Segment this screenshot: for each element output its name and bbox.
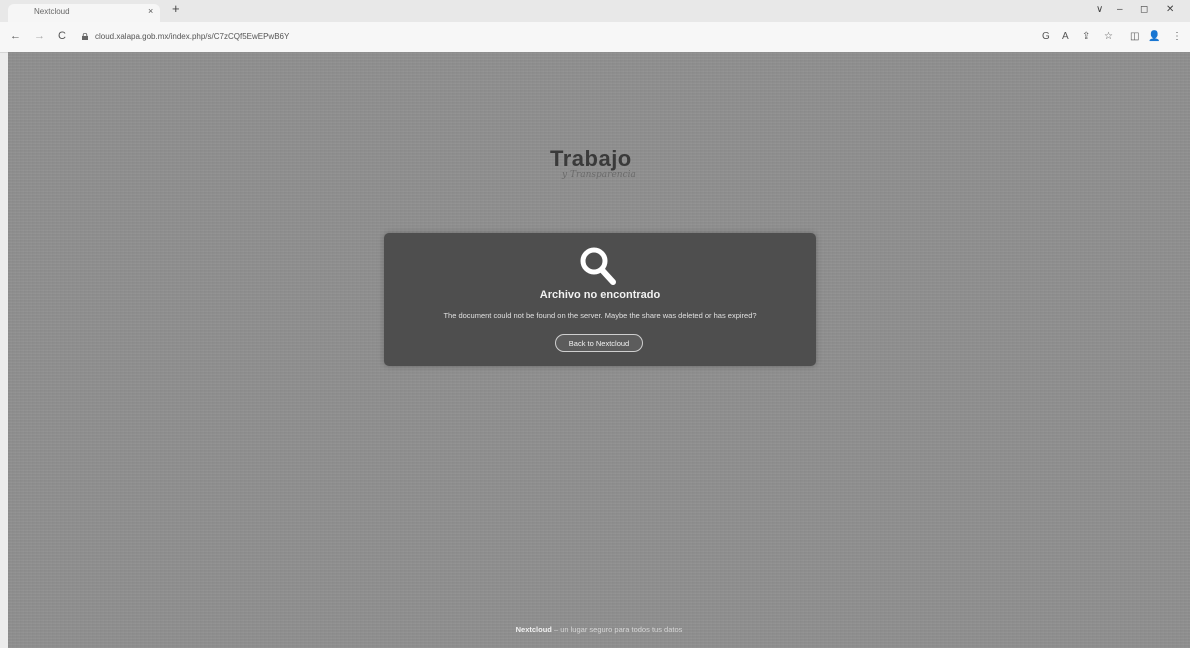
minimize-button[interactable]: – xyxy=(1117,4,1123,16)
footer: Nextcloud – un lugar seguro para todos t… xyxy=(8,625,1190,634)
footer-brand-link[interactable]: Nextcloud xyxy=(516,625,552,634)
profile-icon[interactable]: 👤 xyxy=(1148,31,1160,43)
nextcloud-page: Trabajo y Transparencia Archivo no encon… xyxy=(8,52,1190,648)
google-icon[interactable]: G xyxy=(1042,31,1050,43)
footer-text: – un lugar seguro para todos tus datos xyxy=(551,625,683,634)
logo-title: Trabajo xyxy=(550,146,632,171)
address-bar[interactable]: cloud.xalapa.gob.mx/index.php/s/C7zCQf5E… xyxy=(95,32,289,41)
lock-icon[interactable] xyxy=(82,33,88,40)
tab-title: Nextcloud xyxy=(34,7,70,16)
maximize-button[interactable]: ◻ xyxy=(1140,4,1148,16)
bookmark-star-icon[interactable]: ☆ xyxy=(1104,31,1113,43)
new-tab-button[interactable]: + xyxy=(172,2,180,16)
reload-button[interactable]: C xyxy=(58,30,66,42)
browser-menu-icon[interactable]: ⋮ xyxy=(1172,31,1182,43)
browser-tab[interactable]: Nextcloud × xyxy=(8,4,160,22)
browser-toolbar: ← → C cloud.xalapa.gob.mx/index.php/s/C7… xyxy=(0,22,1190,53)
share-icon[interactable]: ⇪ xyxy=(1082,31,1090,43)
close-window-button[interactable]: ✕ xyxy=(1166,4,1174,16)
logo-subtitle: y Transparencia xyxy=(562,170,636,180)
error-title: Archivo no encontrado xyxy=(539,289,661,301)
side-panel-icon[interactable]: ◫ xyxy=(1130,31,1139,43)
error-message: The document could not be found on the s… xyxy=(443,311,757,320)
tab-search-icon[interactable]: ∨ xyxy=(1096,4,1103,16)
translate-icon[interactable]: A xyxy=(1062,31,1069,43)
error-card: Archivo no encontrado The document could… xyxy=(384,233,816,366)
back-button[interactable]: ← xyxy=(10,30,21,42)
forward-button[interactable]: → xyxy=(34,30,45,42)
browser-tabstrip: Nextcloud × + ∨ – ◻ ✕ xyxy=(0,0,1190,22)
search-icon xyxy=(580,247,616,285)
back-to-nextcloud-button[interactable]: Back to Nextcloud xyxy=(555,334,643,352)
close-tab-icon[interactable]: × xyxy=(148,6,153,16)
